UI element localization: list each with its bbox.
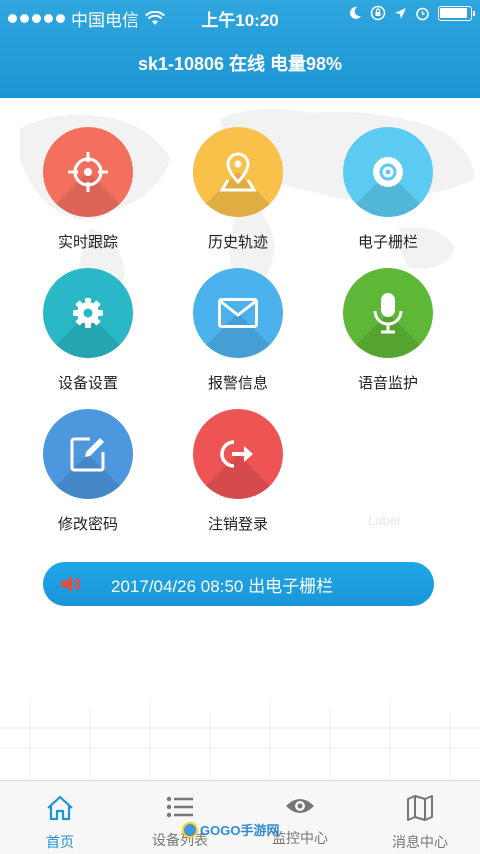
map-pin-icon [219,152,257,192]
change-password-label: 修改密码 [57,516,118,533]
location-arrow-icon [395,7,406,19]
map-icon [407,795,433,821]
bottom-tab-bar: 首页 设备列表 监控中心 消息中心 [0,780,480,854]
voice-monitor-button[interactable]: 语音监护 [313,268,463,393]
change-password-circle [43,409,133,499]
microphone-icon [373,293,403,334]
geofence-circle [343,127,433,217]
logout-icon [220,440,253,468]
disc-icon [373,157,403,187]
home-icon [47,795,73,821]
rotation-lock-icon [370,5,386,21]
alarm-info-circle [193,268,283,358]
alarm-info-label: 报警信息 [207,375,268,392]
edit-icon [70,437,105,472]
voice-monitor-circle [343,268,433,358]
history-track-label: 历史轨迹 [207,234,268,251]
alarm-icon [416,7,429,20]
geofence-label: 电子栅栏 [357,234,418,251]
tab-device-list[interactable]: 设备列表 [120,781,240,854]
change-password-button[interactable]: 修改密码 [13,409,163,534]
speaker-icon [59,574,83,594]
device-settings-circle [43,268,133,358]
logout-button[interactable]: 注销登录 [163,409,313,534]
logout-label: 注销登录 [207,516,268,533]
header: 中国电信 上午10:20 sk1-10806 在线 电量98% [0,0,480,98]
alert-text: 2017/04/26 08:50 出电子栅栏 [111,576,334,596]
envelope-icon [218,298,258,328]
watermark-logo: GOGO手游网 [182,820,279,839]
watermark-text: GOGO手游网 [200,823,280,838]
moon-icon [349,6,361,19]
alarm-info-button[interactable]: 报警信息 [163,268,313,393]
realtime-tracking-button[interactable]: 实时跟踪 [13,127,163,252]
battery-icon [438,5,475,21]
realtime-tracking-label: 实时跟踪 [57,234,118,251]
logout-circle [193,409,283,499]
device-status-title: sk1-10806 在线 电量98% [137,54,343,74]
status-bar: 中国电信 上午10:20 [0,0,480,32]
tab-message-center-label: 消息中心 [392,834,448,850]
voice-monitor-label: 语音监护 [357,375,418,392]
history-track-button[interactable]: 历史轨迹 [163,127,313,252]
list-icon [166,796,193,818]
device-settings-button[interactable]: 设备设置 [13,268,163,393]
geofence-button[interactable]: 电子栅栏 [313,127,463,252]
crosshair-icon [68,152,108,192]
realtime-tracking-circle [43,127,133,217]
tab-home-label: 首页 [46,834,74,850]
eye-icon [286,799,314,813]
tab-message-center[interactable]: 消息中心 [360,781,480,854]
device-settings-label: 设备设置 [57,375,118,392]
placeholder-label: Label [368,513,400,528]
latest-alert-bar[interactable]: 2017/04/26 08:50 出电子栅栏 [43,562,434,606]
tab-monitor-center[interactable]: 监控中心 [240,781,360,854]
tab-home[interactable]: 首页 [0,781,120,854]
history-track-circle [193,127,283,217]
gear-icon [73,298,103,328]
